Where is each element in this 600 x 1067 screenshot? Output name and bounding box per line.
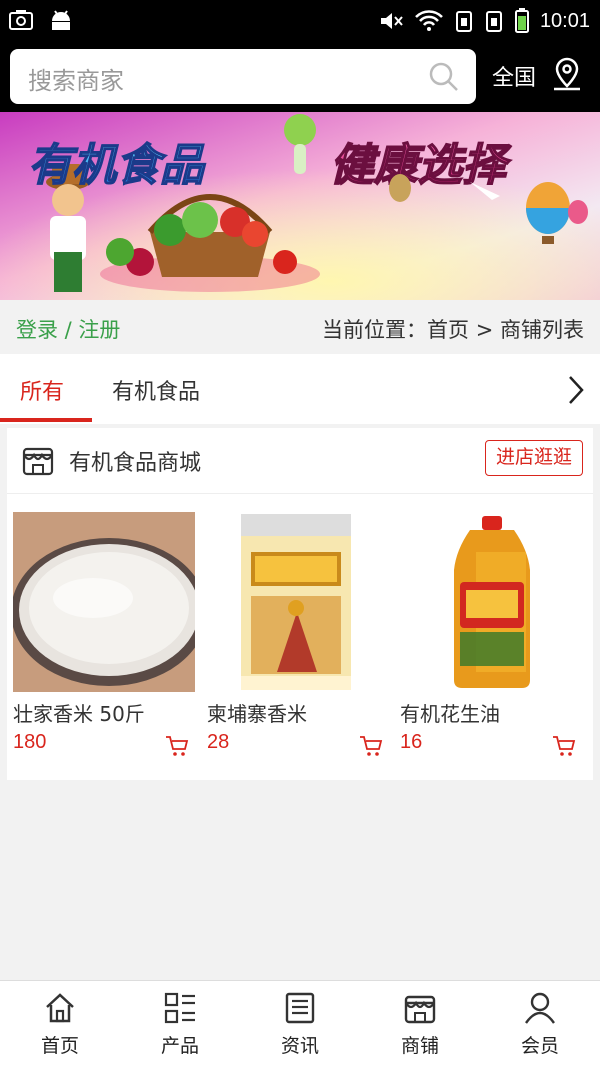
banner-title-left: 有机食品 [28,140,206,191]
sim1-icon [454,9,474,33]
nav-label: 首页 [40,1035,79,1057]
nav-stores[interactable]: 商铺 [360,991,480,1058]
chevron-right-icon[interactable] [566,374,586,410]
cart-icon[interactable] [552,735,576,761]
product-card[interactable]: 壮家香米 50斤 180 [13,512,195,756]
nav-label: 资讯 [280,1035,319,1057]
bottom-nav: 首页 产品 资讯 商铺 会员 [0,980,600,1067]
location-pin-icon[interactable] [550,56,584,96]
status-bar: 10:01 [0,0,600,42]
user-icon [480,991,600,1025]
top-header: 搜索商家 全国 [0,42,600,112]
nav-news[interactable]: 资讯 [240,991,360,1058]
nav-label: 商铺 [400,1035,439,1057]
tab-organic-food[interactable]: 有机食品 [112,374,200,406]
status-time: 10:01 [539,9,590,32]
region-selector[interactable]: 全国 [492,60,536,92]
store-card-header: 有机食品商城 进店逛逛 [7,428,593,494]
battery-icon [514,8,530,34]
nav-label: 产品 [160,1035,199,1057]
mute-icon [378,9,404,33]
store-icon [360,991,480,1025]
cart-icon[interactable] [359,735,383,761]
location-bar: 登录 / 注册 当前位置：首页 > 商铺列表 [0,300,600,354]
promo-banner[interactable]: 有机食品 健康选择 [0,112,600,300]
product-name[interactable]: 有机花生油 [400,698,582,727]
product-image[interactable] [207,512,389,692]
search-placeholder: 搜索商家 [28,67,124,95]
product-card[interactable]: 柬埔寨香米 28 [207,512,389,756]
breadcrumb[interactable]: 当前位置：首页 > 商铺列表 [322,314,584,344]
product-name[interactable]: 柬埔寨香米 [207,698,389,727]
banner-title-right: 健康选择 [330,140,512,191]
store-name[interactable]: 有机食品商城 [69,445,201,477]
sim2-icon [484,9,504,33]
grid-list-icon [120,991,240,1025]
search-icon[interactable] [428,61,460,97]
nav-member[interactable]: 会员 [480,991,600,1058]
android-icon [48,8,74,32]
cart-icon[interactable] [165,735,189,761]
search-input[interactable]: 搜索商家 [10,49,476,104]
nav-home[interactable]: 首页 [0,991,120,1058]
home-icon [0,991,120,1025]
screenshot-icon [8,8,34,32]
store-icon [21,443,55,481]
product-card[interactable]: 有机花生油 16 [400,512,582,756]
wifi-icon [414,9,444,33]
login-register-link[interactable]: 登录 / 注册 [16,314,120,344]
product-image[interactable] [13,512,195,692]
category-tabs: 所有 有机食品 [0,354,600,424]
nav-label: 会员 [520,1035,559,1057]
active-tab-indicator [0,418,92,422]
visit-store-button[interactable]: 进店逛逛 [485,440,583,476]
store-card: 有机食品商城 进店逛逛 壮家香米 50斤 180 柬埔寨香米 28 有机花生油 … [7,428,593,780]
nav-products[interactable]: 产品 [120,991,240,1058]
product-image[interactable] [400,512,582,692]
tab-all[interactable]: 所有 [20,374,64,406]
product-name[interactable]: 壮家香米 50斤 [13,698,195,727]
news-icon [240,991,360,1025]
